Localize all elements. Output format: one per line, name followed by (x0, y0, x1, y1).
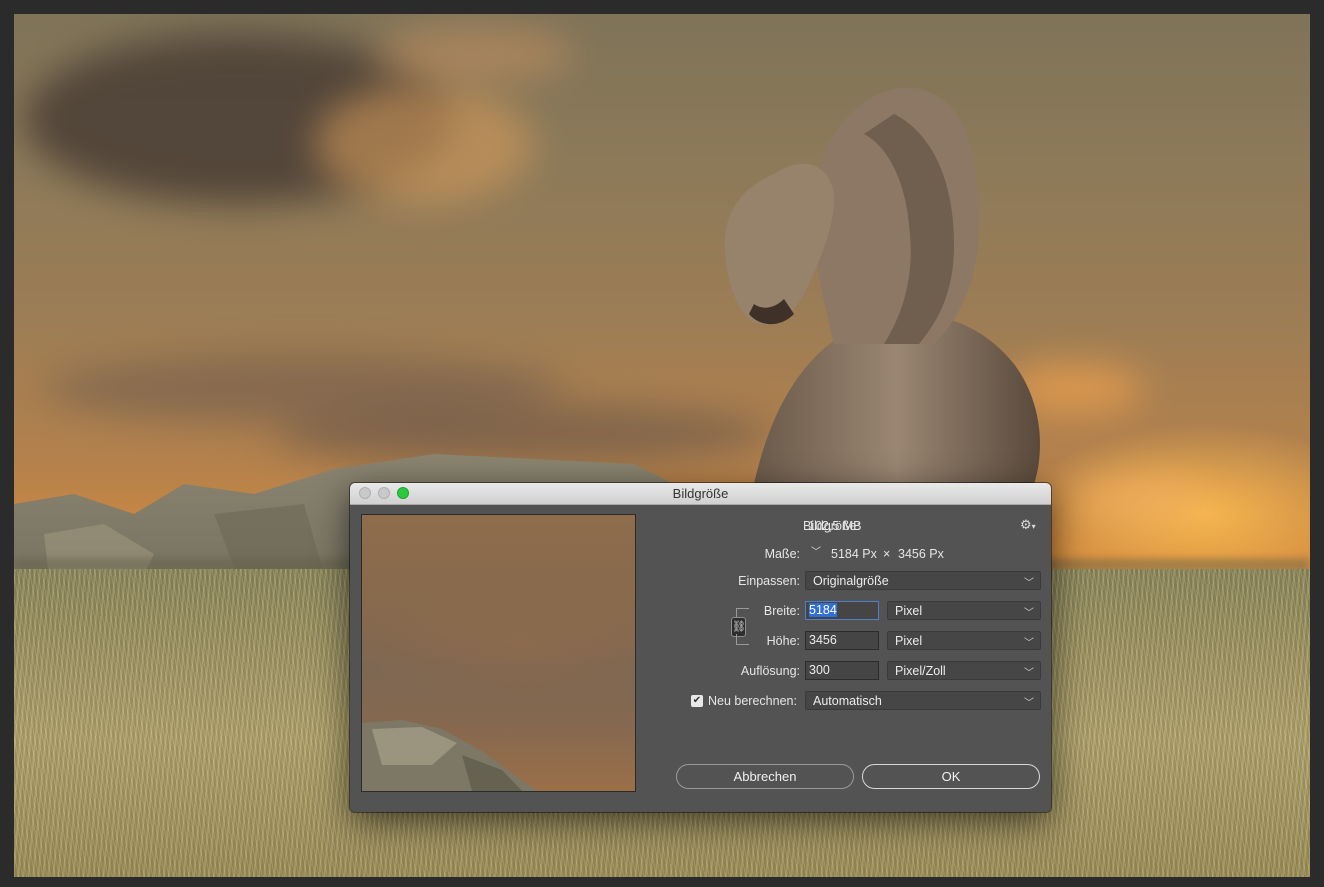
image-size-dialog: Bildgröße Bildgröße: 102,5 MB ⚙▾ Maße: ﹀… (350, 483, 1051, 812)
height-field-value: 3456 (809, 633, 837, 647)
ok-button[interactable]: OK (862, 764, 1040, 789)
resolution-unit-select[interactable]: Pixel/Zoll ﹀ (887, 661, 1041, 680)
chevron-down-icon: ﹀ (1024, 578, 1034, 589)
height-unit-value: Pixel (895, 634, 923, 648)
resolution-field-value: 300 (809, 663, 830, 677)
dimensions-height: 3456 Px (898, 547, 944, 561)
width-label: Breite: (763, 604, 800, 618)
dimensions-width: 5184 Px (831, 547, 877, 561)
resample-select-value: Automatisch (813, 694, 882, 708)
width-field-value: 5184 (809, 603, 837, 617)
fit-label: Einpassen: (738, 574, 800, 588)
chevron-down-icon: ﹀ (1024, 608, 1034, 619)
height-label: Höhe: (766, 634, 800, 648)
chevron-down-icon: ﹀ (1024, 698, 1034, 709)
image-preview[interactable] (361, 514, 636, 792)
width-field[interactable]: 5184 (805, 601, 879, 620)
dialog-title: Bildgröße (672, 486, 729, 501)
image-size-value: 102,5 MB (808, 519, 862, 533)
fit-select-value: Originalgröße (813, 574, 889, 588)
resample-label[interactable]: Neu berechnen: (708, 694, 797, 708)
resolution-unit-value: Pixel/Zoll (895, 664, 946, 678)
chevron-down-icon[interactable]: ﹀ (809, 545, 823, 561)
dimensions-times: × (883, 547, 891, 561)
dimensions-label: Maße: (764, 547, 800, 561)
width-unit-value: Pixel (895, 604, 923, 618)
resample-checkbox[interactable]: ✔ (691, 695, 703, 707)
height-field[interactable]: 3456 (805, 631, 879, 650)
resolution-label: Auflösung: (740, 664, 800, 678)
height-unit-select[interactable]: Pixel ﹀ (887, 631, 1041, 650)
cancel-button[interactable]: Abbrechen (676, 764, 854, 789)
dialog-titlebar[interactable]: Bildgröße (350, 483, 1051, 505)
fit-select[interactable]: Originalgröße ﹀ (805, 571, 1041, 590)
preview-rock (362, 720, 537, 791)
chevron-down-icon: ﹀ (1024, 638, 1034, 649)
width-unit-select[interactable]: Pixel ﹀ (887, 601, 1041, 620)
resample-select[interactable]: Automatisch ﹀ (805, 691, 1041, 710)
gear-icon[interactable]: ⚙▾ (1020, 517, 1036, 533)
resolution-field[interactable]: 300 (805, 661, 879, 680)
chevron-down-icon: ﹀ (1024, 668, 1034, 679)
